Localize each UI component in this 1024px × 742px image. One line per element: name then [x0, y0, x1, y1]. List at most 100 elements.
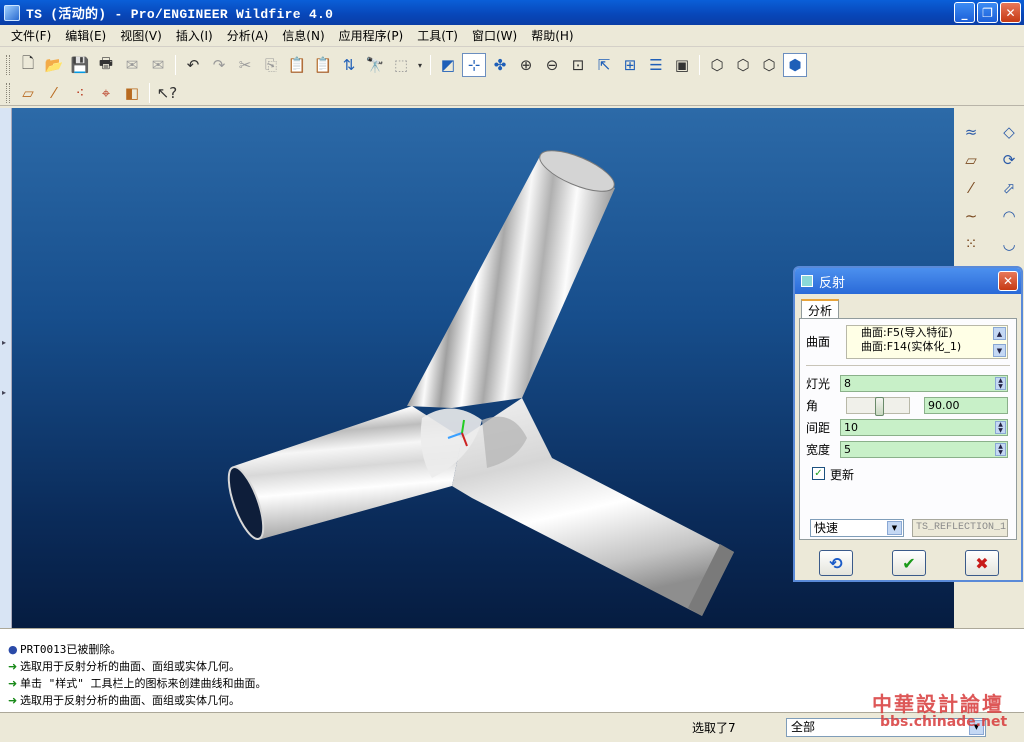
scroll-up-icon[interactable]: ▲ [993, 327, 1006, 340]
paste-icon[interactable]: 📋 [285, 53, 309, 77]
datum-axis-icon[interactable]: ⁄ [958, 176, 984, 200]
datum-plane-display-icon[interactable]: ▱ [16, 81, 40, 105]
select-box-icon[interactable]: ⬚ [389, 53, 413, 77]
find-binoculars-icon[interactable]: 🔭 [363, 53, 387, 77]
cancel-button[interactable]: ✖ [965, 550, 999, 576]
light-value: 8 [844, 377, 851, 390]
datum-curve-icon[interactable]: ∼ [958, 204, 984, 228]
surface-item[interactable]: 曲面:F5(导入特征) [847, 326, 1007, 340]
mode-value: 快速 [814, 521, 839, 535]
expand-arrow-icon[interactable]: ▸ [2, 338, 6, 347]
menu-help[interactable]: 帮助(H) [524, 27, 580, 44]
close-button[interactable]: ✕ [1000, 2, 1021, 23]
revolve-icon[interactable]: ⟳ [996, 148, 1022, 172]
reorient-icon[interactable]: ⇱ [592, 53, 616, 77]
menu-window[interactable]: 窗口(W) [465, 27, 524, 44]
no-hidden-icon[interactable]: ⬡ [757, 53, 781, 77]
boundary-blend-icon[interactable]: ◡ [996, 232, 1022, 256]
spacing-spinner-icon[interactable]: ▲ ▼ [995, 421, 1006, 434]
new-file-icon[interactable]: 🗋 [16, 53, 40, 77]
email-icon[interactable]: ✉ [120, 53, 144, 77]
style-curve-icon[interactable]: ≈ [958, 120, 984, 144]
selection-count: 选取了7 [692, 721, 736, 735]
result-name-field[interactable]: TS_REFLECTION_1 [912, 519, 1008, 537]
angle-slider[interactable] [846, 397, 910, 416]
open-folder-icon[interactable]: 📂 [42, 53, 66, 77]
context-help-icon[interactable]: ↖? [155, 81, 179, 105]
shading-icon[interactable]: ⬢ [783, 53, 807, 77]
orient-mode-icon[interactable]: ✤ [488, 53, 512, 77]
annotation-display-icon[interactable]: ◧ [120, 81, 144, 105]
menu-insert[interactable]: 插入(I) [169, 27, 220, 44]
print-icon[interactable]: 🖶 [94, 53, 118, 77]
upper-pipe-arm [407, 156, 615, 408]
menu-analysis[interactable]: 分析(A) [220, 27, 276, 44]
cut-icon[interactable]: ✂ [233, 53, 257, 77]
blend-surface-icon[interactable]: ◠ [996, 204, 1022, 228]
repeat-analysis-button[interactable]: ⟲ [819, 550, 853, 576]
spacing-field[interactable]: 10 ▲ ▼ [840, 419, 1008, 436]
datum-plane-icon[interactable]: ▱ [958, 148, 984, 172]
saved-views-icon[interactable]: ⊞ [618, 53, 642, 77]
hidden-line-icon[interactable]: ⬡ [731, 53, 755, 77]
menu-info[interactable]: 信息(N) [275, 27, 331, 44]
redo-icon[interactable]: ↷ [207, 53, 231, 77]
surface-item[interactable]: 曲面:F14(实体化_1) [847, 340, 1007, 354]
menu-view[interactable]: 视图(V) [113, 27, 169, 44]
undo-icon[interactable]: ↶ [181, 53, 205, 77]
left-collapse-strip[interactable]: ▸ ▸ [0, 108, 12, 628]
ok-button[interactable]: ✔ [892, 550, 926, 576]
title-bar: TS (活动的) - Pro/ENGINEER Wildfire 4.0 _ ❐… [0, 0, 1024, 25]
zoom-out-icon[interactable]: ⊖ [540, 53, 564, 77]
datum-axis-display-icon[interactable]: ⁄ [42, 81, 66, 105]
view-manager-icon[interactable]: ▣ [670, 53, 694, 77]
save-icon[interactable]: 💾 [68, 53, 92, 77]
chevron-down-icon[interactable]: ▼ [887, 521, 902, 535]
regenerate-icon[interactable]: ⇅ [337, 53, 361, 77]
maximize-button[interactable]: ❐ [977, 2, 998, 23]
menu-applications[interactable]: 应用程序(P) [332, 27, 411, 44]
prompt-arrow-icon: ➜ [8, 677, 18, 690]
tab-analysis[interactable]: 分析 [801, 299, 839, 319]
surface-collector[interactable]: 曲面:F5(导入特征) 曲面:F14(实体化_1) ▲ ▼ [846, 325, 1008, 359]
dialog-close-button[interactable]: ✕ [998, 271, 1018, 291]
panel-divider [806, 365, 1010, 366]
menu-tools[interactable]: 工具(T) [410, 27, 465, 44]
update-checkbox[interactable]: ✓ [812, 467, 825, 480]
repaint-icon[interactable]: ◩ [436, 53, 460, 77]
datum-point-icon[interactable]: ⁙ [958, 232, 984, 256]
expand-arrow-icon[interactable]: ▸ [2, 388, 6, 397]
wireframe-icon[interactable]: ⬡ [705, 53, 729, 77]
refit-icon[interactable]: ⊡ [566, 53, 590, 77]
zoom-in-icon[interactable]: ⊕ [514, 53, 538, 77]
menu-edit[interactable]: 编辑(E) [58, 27, 113, 44]
toolbar-grip[interactable] [6, 55, 10, 75]
scroll-down-icon[interactable]: ▼ [993, 344, 1006, 357]
spin-center-icon[interactable]: ⊹ [462, 53, 486, 77]
extrude-icon[interactable]: ◇ [996, 120, 1022, 144]
main-toolbar: 🗋 📂 💾 🖶 ✉ ✉ ↶ ↷ ✂ ⎘ 📋 📋 ⇅ 🔭 ⬚ ▾ ◩ ⊹ ✤ ⊕ … [0, 50, 1024, 80]
paste-special-icon[interactable]: 📋 [311, 53, 335, 77]
copy-icon[interactable]: ⎘ [259, 53, 283, 77]
toolbar-grip[interactable] [6, 82, 10, 103]
angle-slider-thumb[interactable] [875, 397, 884, 416]
light-field[interactable]: 8 ▲ ▼ [840, 375, 1008, 392]
message-text: 选取用于反射分析的曲面、面组或实体几何。 [20, 694, 240, 707]
sweep-icon[interactable]: ⬀ [996, 176, 1022, 200]
datum-point-display-icon[interactable]: ⁖ [68, 81, 92, 105]
width-spinner-icon[interactable]: ▲ ▼ [995, 443, 1006, 456]
select-dropdown-icon[interactable]: ▾ [415, 53, 425, 77]
width-field[interactable]: 5 ▲ ▼ [840, 441, 1008, 458]
menu-file[interactable]: 文件(F) [4, 27, 58, 44]
app-icon [4, 4, 20, 21]
email-link-icon[interactable]: ✉ [146, 53, 170, 77]
toolbar-separator [175, 55, 176, 75]
status-bar: 选取了7 全部 ▼ [0, 712, 1024, 742]
angle-field[interactable]: 90.00 [924, 397, 1008, 414]
minimize-button[interactable]: _ [954, 2, 975, 23]
light-spinner-icon[interactable]: ▲ ▼ [995, 377, 1006, 390]
coordinate-system-display-icon[interactable]: ⌖ [94, 81, 118, 105]
mode-select[interactable]: 快速 ▼ [810, 519, 904, 537]
layers-icon[interactable]: ☰ [644, 53, 668, 77]
dialog-title-bar[interactable]: 反射 [795, 268, 1021, 294]
